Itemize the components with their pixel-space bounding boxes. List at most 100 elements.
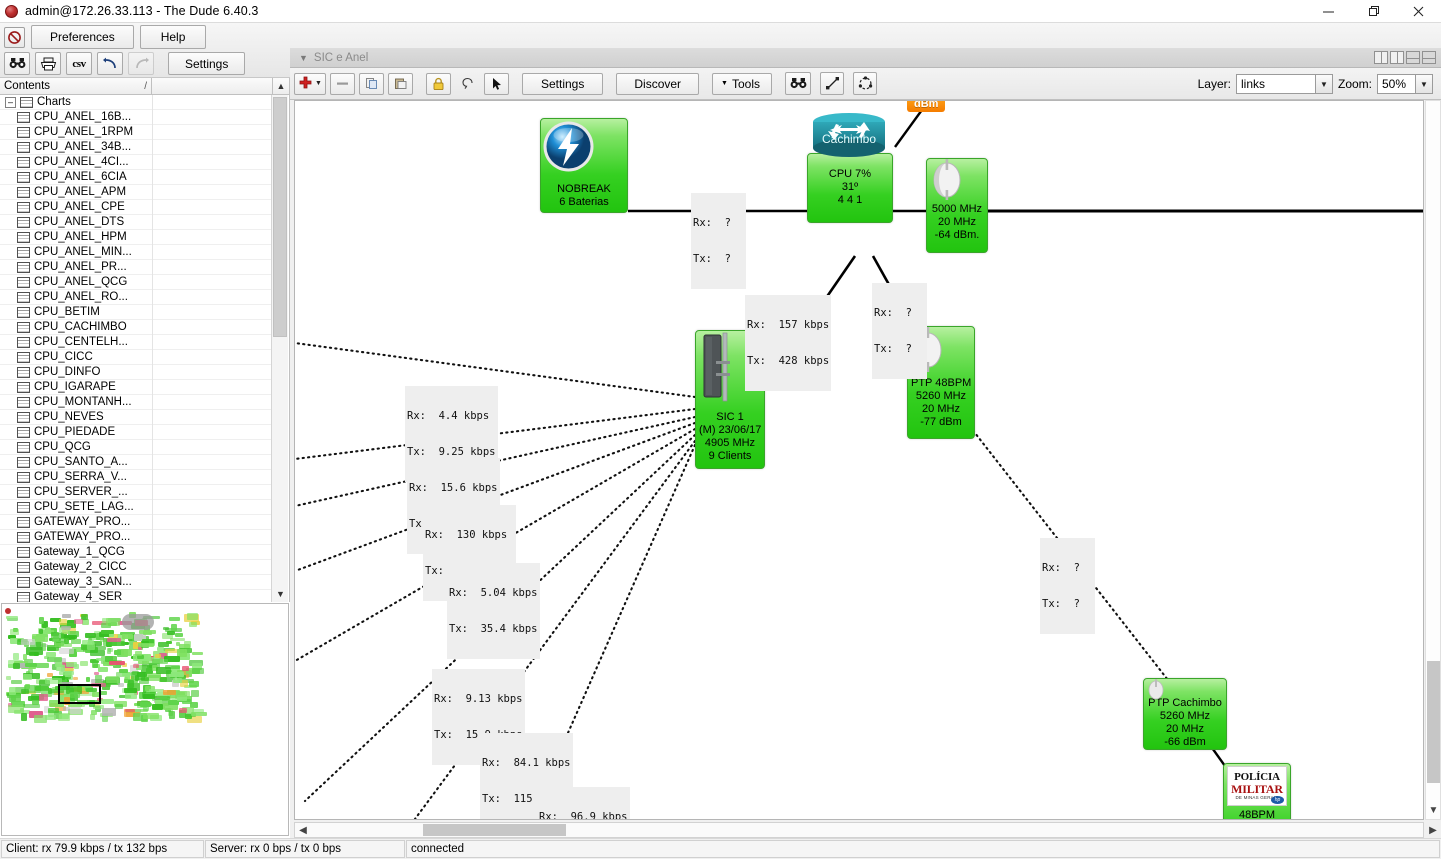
tree-item[interactable]: CPU_DINFO (0, 364, 271, 380)
view-single-icon[interactable] (1374, 51, 1388, 64)
copy-icon[interactable] (359, 72, 384, 95)
view-split-horizontal-icon[interactable] (1406, 51, 1420, 64)
tree-item[interactable]: CPU_ANEL_APM (0, 184, 271, 200)
arrow-pointer-icon[interactable] (484, 72, 509, 95)
tree-item[interactable]: CPU_SERRA_V... (0, 469, 271, 485)
dbm-badge[interactable]: dBm (907, 101, 946, 112)
tree-item[interactable]: CPU_ANEL_RO... (0, 289, 271, 305)
map-node-dish5000[interactable]: 5000 MHz 20 MHz -64 dBm. (926, 158, 988, 253)
tree-item[interactable]: Gateway_2_CICC (0, 559, 271, 575)
view-stacked-icon[interactable] (1422, 51, 1436, 64)
tree-item[interactable]: Gateway_3_SAN... (0, 574, 271, 590)
remove-item-button[interactable] (330, 72, 355, 95)
tree-item[interactable]: CPU_ANEL_6CIA (0, 169, 271, 185)
map-vertical-scrollbar[interactable]: ▼ (1425, 100, 1441, 820)
tree-item[interactable]: CPU_ANEL_DTS (0, 214, 271, 230)
map-tab-label[interactable]: SIC e Anel (314, 52, 368, 64)
disconnect-icon[interactable] (4, 26, 25, 48)
tree-item[interactable]: CPU_CACHIMBO (0, 319, 271, 335)
contents-tree[interactable]: – Charts CPU_ANEL_16B... CPU_ANEL_1RPM CPU_A… (0, 95, 290, 602)
link-line-icon[interactable] (820, 72, 844, 95)
minimap-viewport-rect[interactable] (58, 684, 101, 704)
contents-column-value[interactable] (152, 78, 272, 95)
caret-down-icon[interactable]: ▼ (299, 53, 308, 63)
map-node-pm48bpm[interactable]: POLÍCIA MILITAR DE MINAS GERAIS hp 48BPM… (1223, 763, 1291, 819)
chevron-left-icon[interactable]: ◀ (296, 823, 310, 837)
print-icon[interactable] (35, 52, 61, 75)
tree-item[interactable]: CPU_ANEL_1RPM (0, 124, 271, 140)
map-settings-button[interactable]: Settings (522, 72, 604, 95)
tree-item[interactable]: Gateway_4_SER (0, 589, 271, 602)
tree-item[interactable]: GATEWAY_PRO... (0, 529, 271, 545)
tree-root-charts[interactable]: – Charts (0, 95, 271, 110)
tree-item[interactable]: CPU_SANTO_A... (0, 454, 271, 470)
link-label-sic-client-7[interactable]: Rx: 96.9 kbps Tx: 2 Mbps (537, 787, 630, 819)
tree-item[interactable]: Gateway_1_QCG (0, 544, 271, 560)
tree-item[interactable]: CPU_CICC (0, 349, 271, 365)
map-hscroll-thumb[interactable] (423, 824, 566, 836)
chart-icon (17, 216, 30, 228)
tree-item[interactable]: CPU_CENTELH... (0, 334, 271, 350)
map-horizontal-scrollbar[interactable]: ◀ (294, 822, 1424, 838)
chevron-down-icon[interactable]: ▼ (1314, 75, 1332, 93)
discover-button[interactable]: Discover (616, 72, 700, 95)
preferences-button[interactable]: Preferences (31, 25, 134, 49)
chevron-up-icon[interactable]: ▲ (272, 77, 289, 95)
view-split-vertical-icon[interactable] (1390, 51, 1404, 64)
tree-item-label: CPU_ANEL_34B... (34, 141, 132, 153)
tree-item[interactable]: CPU_ANEL_HPM (0, 229, 271, 245)
tree-item[interactable]: CPU_ANEL_MIN... (0, 244, 271, 260)
settings-button[interactable]: Settings (168, 52, 246, 75)
tree-item[interactable]: CPU_ANEL_PR... (0, 259, 271, 275)
tree-item[interactable]: CPU_ANEL_34B... (0, 139, 271, 155)
tree-item[interactable]: CPU_ANEL_16B... (0, 109, 271, 125)
add-item-button[interactable]: ▼ (294, 72, 326, 95)
map-vscroll-thumb[interactable] (1427, 661, 1440, 783)
link-label-ptp-ptpcachimbo[interactable]: Rx: ? Tx: ? (1040, 538, 1095, 634)
contents-column-name[interactable]: Contents / (0, 77, 152, 95)
zoom-select[interactable]: 50% ▼ (1377, 74, 1433, 94)
tree-item[interactable]: CPU_SERVER_... (0, 484, 271, 500)
tree-item[interactable]: CPU_QCG (0, 439, 271, 455)
maximize-button[interactable] (1351, 0, 1396, 23)
link-label-sic-client-4[interactable]: Rx: 5.04 kbps Tx: 35.4 kbps (447, 563, 540, 659)
map-node-nobreak[interactable]: NOBREAK 6 Baterias (540, 118, 628, 213)
map-node-cachimbo[interactable]: Cachimbo CPU 7% 31º 4 4 1 (807, 113, 893, 223)
minimize-button[interactable] (1306, 0, 1351, 23)
layer-select[interactable]: links ▼ (1235, 74, 1333, 94)
undo-icon[interactable] (97, 52, 123, 75)
chevron-right-icon[interactable]: ▶ (1425, 822, 1441, 838)
tree-item[interactable]: CPU_NEVES (0, 409, 271, 425)
map-node-ptpcachimbo[interactable]: PTP Cachimbo 5260 MHz 20 MHz -66 dBm (1143, 678, 1227, 750)
close-button[interactable] (1396, 0, 1441, 23)
tree-item[interactable]: GATEWAY_PRO... (0, 514, 271, 530)
chevron-down-icon[interactable]: ▼ (272, 586, 289, 602)
network-map-canvas[interactable]: NOBREAK 6 Baterias Cachimbo CPU 7% 31º 4… (294, 100, 1424, 820)
tree-item[interactable]: CPU_BETIM (0, 304, 271, 320)
tree-item[interactable]: CPU_ANEL_QCG (0, 274, 271, 290)
tree-expander-icon[interactable]: – (5, 96, 16, 108)
help-button[interactable]: Help (139, 25, 207, 49)
tree-item[interactable]: CPU_ANEL_CPE (0, 199, 271, 215)
chevron-down-icon[interactable]: ▼ (1427, 804, 1440, 817)
tree-item[interactable]: CPU_PIEDADE (0, 424, 271, 440)
map-overview-thumbnail[interactable] (1, 603, 289, 836)
link-label-cachimbo-ptp[interactable]: Rx: ? Tx: ? (872, 283, 927, 379)
tree-scrollbar[interactable]: ▼ (271, 95, 288, 602)
tree-item[interactable]: CPU_SETE_LAG... (0, 499, 271, 515)
link-label-cachimbo-sic1[interactable]: Rx: 157 kbps Tx: 428 kbps (745, 295, 832, 391)
paste-icon[interactable] (388, 72, 413, 95)
csv-icon[interactable]: csv (66, 52, 92, 75)
map-find-icon[interactable] (785, 72, 811, 95)
find-icon[interactable] (4, 52, 30, 75)
chevron-down-icon[interactable]: ▼ (1415, 75, 1432, 93)
tools-button[interactable]: ▼ Tools (712, 72, 772, 95)
lasso-icon[interactable] (455, 73, 480, 95)
tree-item[interactable]: CPU_MONTANH... (0, 394, 271, 410)
padlock-icon[interactable] (426, 72, 451, 95)
tree-scrollbar-thumb[interactable] (273, 97, 287, 337)
tree-item[interactable]: CPU_IGARAPÉ (0, 379, 271, 395)
tree-item[interactable]: CPU_ANEL_4CI... (0, 154, 271, 170)
arrange-nodes-icon[interactable] (853, 72, 877, 95)
link-label-nobreak-cachimbo[interactable]: Rx: ? Tx: ? (691, 193, 746, 289)
